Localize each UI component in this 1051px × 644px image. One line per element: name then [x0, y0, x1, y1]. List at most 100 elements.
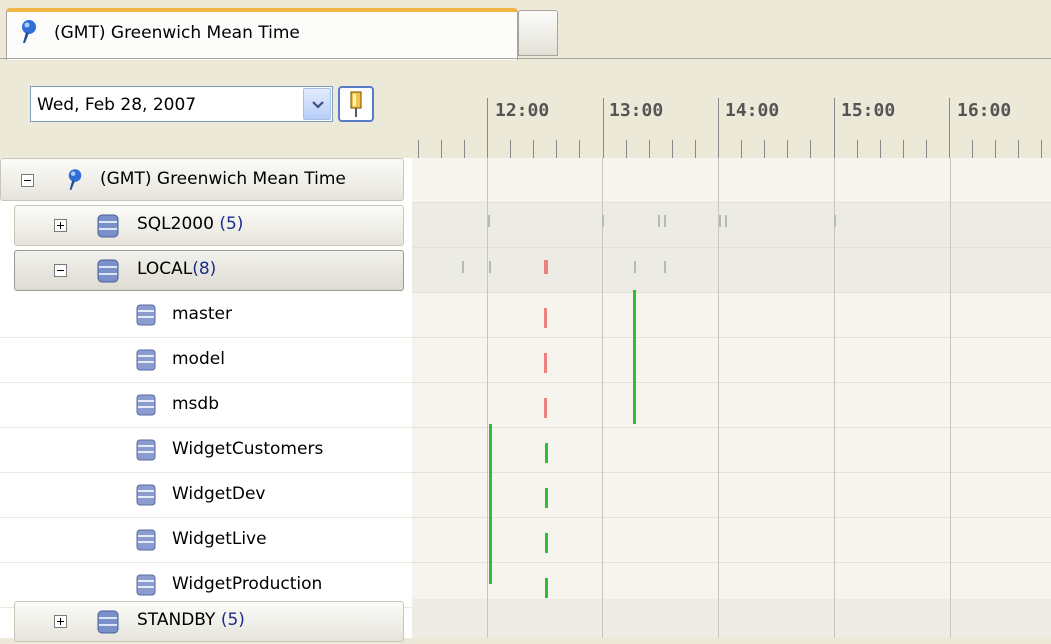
- minor-tick: [857, 140, 858, 158]
- job-marker[interactable]: [544, 353, 547, 373]
- minor-tick: [464, 140, 465, 158]
- tree-db-row[interactable]: msdb: [0, 383, 412, 428]
- server-icon: [97, 214, 119, 243]
- job-marker[interactable]: [545, 578, 548, 598]
- hour-gridline: [950, 158, 951, 638]
- db-label: model: [172, 349, 225, 369]
- job-marker[interactable]: [664, 261, 666, 273]
- hour-label: 16:00: [957, 100, 1012, 121]
- job-marker[interactable]: [725, 215, 727, 227]
- minor-tick: [579, 140, 580, 158]
- minor-tick: [810, 140, 811, 158]
- hour-label: 12:00: [495, 100, 550, 121]
- tree-root-gmt[interactable]: (GMT) Greenwich Mean Time: [0, 158, 412, 203]
- hour-label: 15:00: [841, 100, 896, 121]
- minor-tick: [1041, 140, 1042, 158]
- tree-db-row[interactable]: master: [0, 293, 412, 338]
- collapse-icon[interactable]: [21, 174, 34, 187]
- minor-tick: [418, 140, 419, 158]
- job-marker[interactable]: [462, 261, 464, 273]
- minor-tick: [1018, 140, 1019, 158]
- job-marker[interactable]: [545, 533, 548, 553]
- minor-tick: [972, 140, 973, 158]
- job-marker[interactable]: [544, 398, 547, 418]
- minor-tick: [741, 140, 742, 158]
- tab-divider: [0, 58, 1051, 59]
- server-tree: (GMT) Greenwich Mean Time SQL2000 (5) LO…: [0, 158, 412, 642]
- db-label: WidgetLive: [172, 529, 267, 549]
- pin-icon: [350, 91, 362, 117]
- job-marker[interactable]: [544, 260, 548, 274]
- job-marker[interactable]: [489, 424, 492, 584]
- expand-icon[interactable]: [54, 615, 67, 628]
- minor-tick: [510, 140, 511, 158]
- tree-group-standby[interactable]: STANDBY (5): [0, 599, 412, 644]
- hour-gridline: [718, 158, 719, 638]
- db-label: master: [172, 304, 232, 324]
- job-marker[interactable]: [633, 290, 636, 424]
- database-icon: [136, 439, 156, 466]
- major-tick: [603, 98, 604, 158]
- expand-icon[interactable]: [54, 219, 67, 232]
- minor-tick: [626, 140, 627, 158]
- group-count: (5): [219, 214, 244, 234]
- job-marker[interactable]: [544, 308, 547, 328]
- job-marker[interactable]: [545, 443, 548, 463]
- tree-db-row[interactable]: WidgetLive: [0, 518, 412, 563]
- hour-gridline: [487, 158, 488, 638]
- minor-tick: [533, 140, 534, 158]
- major-tick: [718, 98, 719, 158]
- backup-timeline-grid[interactable]: [412, 158, 1051, 638]
- hour-label: 13:00: [609, 100, 664, 121]
- group-label: SQL2000 (5): [137, 214, 244, 234]
- tree-db-row[interactable]: WidgetDev: [0, 473, 412, 518]
- hour-label: 14:00: [725, 100, 780, 121]
- new-tab-button[interactable]: [518, 10, 558, 56]
- major-tick: [487, 98, 488, 158]
- pin-button[interactable]: [338, 86, 374, 122]
- minor-tick: [787, 140, 788, 158]
- group-count: (8): [192, 259, 217, 279]
- collapse-icon[interactable]: [54, 264, 67, 277]
- tree-root-label: (GMT) Greenwich Mean Time: [100, 169, 346, 189]
- tab-gmt[interactable]: (GMT) Greenwich Mean Time: [6, 8, 518, 60]
- db-label: msdb: [172, 394, 219, 414]
- job-marker[interactable]: [719, 215, 721, 227]
- job-marker[interactable]: [488, 215, 490, 227]
- tree-db-row[interactable]: model: [0, 338, 412, 383]
- job-marker[interactable]: [834, 215, 836, 227]
- date-select[interactable]: Wed, Feb 28, 2007: [30, 86, 333, 122]
- hour-gridline: [834, 158, 835, 638]
- major-tick: [949, 98, 950, 158]
- minor-tick: [695, 140, 696, 158]
- minor-tick: [880, 140, 881, 158]
- minor-tick: [672, 140, 673, 158]
- minor-tick: [764, 140, 765, 158]
- minor-tick: [556, 140, 557, 158]
- job-marker[interactable]: [602, 215, 604, 227]
- tree-group-local[interactable]: LOCAL(8): [0, 248, 412, 293]
- job-marker[interactable]: [489, 261, 491, 273]
- group-count: (5): [220, 610, 245, 630]
- job-marker[interactable]: [664, 215, 666, 227]
- job-marker[interactable]: [658, 215, 660, 227]
- job-marker[interactable]: [634, 261, 636, 273]
- minor-tick: [649, 140, 650, 158]
- date-value: Wed, Feb 28, 2007: [37, 95, 197, 115]
- date-dropdown-button[interactable]: [303, 88, 331, 120]
- minor-tick: [995, 140, 996, 158]
- database-icon: [136, 484, 156, 511]
- chevron-down-icon: [312, 101, 324, 109]
- group-label: LOCAL(8): [137, 259, 217, 279]
- database-icon: [136, 574, 156, 601]
- hour-gridline: [602, 158, 603, 638]
- server-icon: [97, 259, 119, 288]
- tree-group-sql2000[interactable]: SQL2000 (5): [0, 203, 412, 248]
- job-marker[interactable]: [545, 488, 548, 508]
- tree-db-row[interactable]: WidgetCustomers: [0, 428, 412, 473]
- minor-tick: [441, 140, 442, 158]
- minor-tick: [903, 140, 904, 158]
- db-label: WidgetDev: [172, 484, 266, 504]
- db-label: WidgetCustomers: [172, 439, 324, 459]
- group-label: STANDBY (5): [137, 610, 245, 630]
